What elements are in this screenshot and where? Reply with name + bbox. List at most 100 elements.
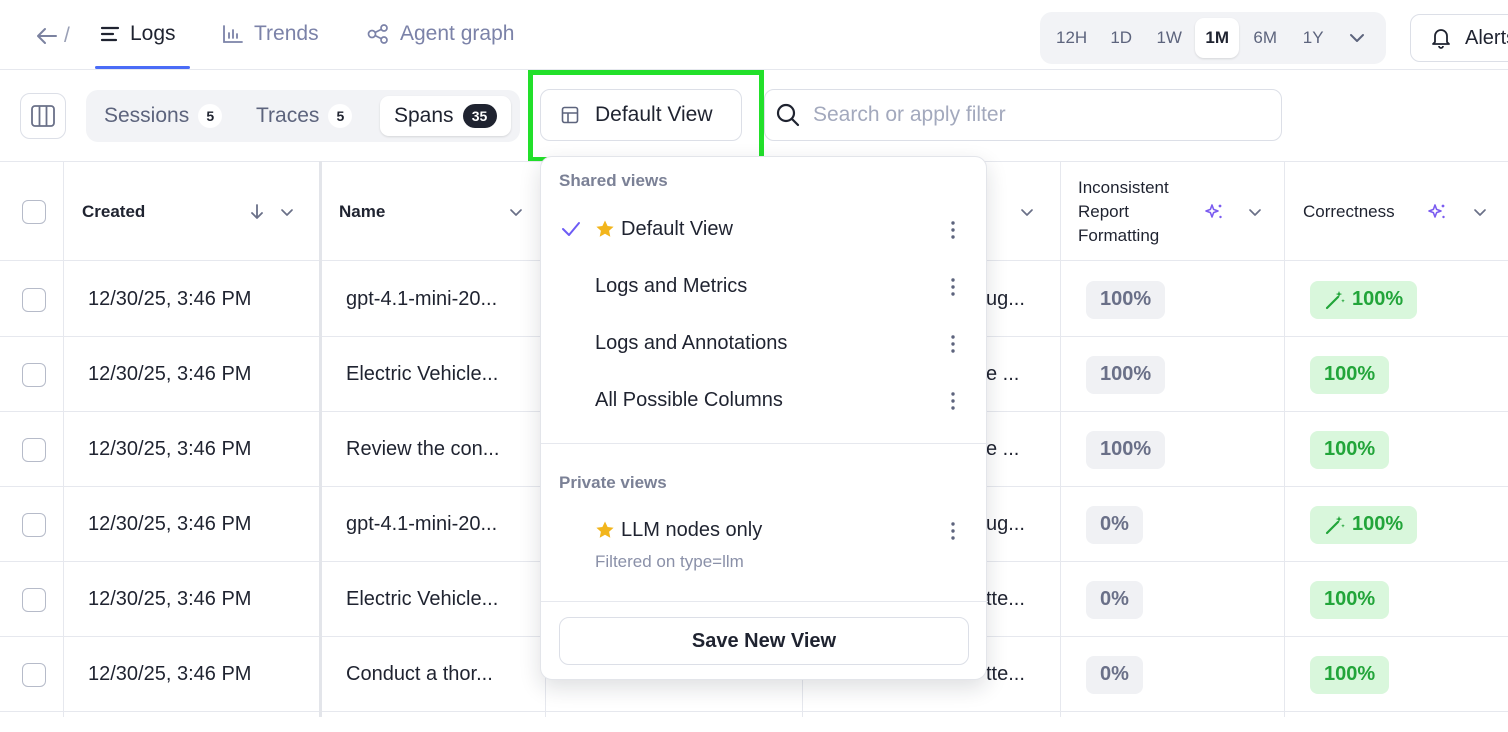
- kebab-menu-icon: [951, 278, 955, 296]
- row-checkbox-cell: [22, 262, 46, 337]
- save-new-view-button[interactable]: Save New View: [559, 617, 969, 665]
- column-toggle-button[interactable]: [20, 93, 66, 139]
- sparkle-icon: [1205, 204, 1222, 219]
- view-options-button[interactable]: [943, 389, 963, 413]
- correctness-score-cell: 100%: [1310, 337, 1390, 412]
- correctness-score-cell: 100%: [1310, 562, 1390, 637]
- view-item-all-possible-columns[interactable]: All Possible Columns: [541, 375, 988, 425]
- bell-icon: [1432, 29, 1450, 49]
- created-cell: 12/30/25, 3:46 PM: [88, 663, 252, 685]
- star-icon: [596, 220, 614, 237]
- view-options-button[interactable]: [943, 519, 963, 543]
- tab-label: Trends: [254, 22, 319, 45]
- view-item-subtitle: Filtered on type=llm: [595, 552, 744, 571]
- dropdown-divider: [541, 601, 988, 602]
- column-header-inconsistent-report-formatting[interactable]: Inconsistent Report Formatting: [1078, 162, 1278, 262]
- tab-trends[interactable]: Trends: [222, 22, 319, 46]
- segment-label: Spans: [394, 104, 454, 127]
- view-item-label: All Possible Columns: [595, 388, 783, 411]
- row-checkbox[interactable]: [22, 437, 46, 462]
- range-1m[interactable]: 1M: [1195, 18, 1240, 58]
- score-badge: 0%: [1086, 655, 1143, 694]
- segment-sessions[interactable]: Sessions 5: [90, 96, 236, 136]
- back-button[interactable]: /: [36, 24, 70, 48]
- kebab-menu-icon: [951, 392, 955, 410]
- active-tab-indicator: [95, 66, 190, 69]
- truncated-cell: ug...: [986, 288, 1025, 310]
- row-checkbox[interactable]: [22, 587, 46, 612]
- correctness-score-cell: 100%: [1310, 637, 1390, 712]
- score-value: 100%: [1324, 663, 1376, 685]
- view-options-button[interactable]: [943, 332, 963, 356]
- alerts-button[interactable]: Alerts: [1410, 14, 1508, 62]
- score-value: 100%: [1324, 363, 1376, 385]
- bar-chart-icon: [223, 25, 243, 43]
- inconsistent-score-cell: 0%: [1086, 487, 1143, 562]
- range-1y[interactable]: 1Y: [1291, 18, 1335, 58]
- chevron-down-icon: [1021, 208, 1033, 216]
- created-cell: 12/30/25, 3:46 PM: [88, 363, 252, 385]
- check-icon: [562, 222, 580, 236]
- name-cell: Electric Vehicle...: [346, 363, 499, 385]
- kebab-menu-icon: [951, 522, 955, 540]
- column-header-correctness[interactable]: Correctness: [1303, 162, 1503, 262]
- kebab-menu-icon: [951, 221, 955, 239]
- score-badge: 100%: [1086, 280, 1166, 319]
- inconsistent-score-cell: 0%: [1086, 562, 1143, 637]
- select-all-checkbox[interactable]: [22, 200, 46, 224]
- truncated-cell: tte...: [986, 588, 1025, 610]
- range-6m[interactable]: 6M: [1243, 18, 1287, 58]
- view-options-button[interactable]: [943, 218, 963, 242]
- view-item-label: Logs and Annotations: [595, 331, 788, 354]
- inconsistent-score-cell: 100%: [1086, 412, 1166, 487]
- count-badge: 35: [462, 104, 497, 128]
- view-item-label: Logs and Metrics: [595, 274, 748, 297]
- score-badge: 100%: [1310, 505, 1418, 544]
- view-options-button[interactable]: [943, 275, 963, 299]
- view-item-label: LLM nodes only: [621, 518, 763, 541]
- segment-spans[interactable]: Spans 35: [380, 96, 511, 136]
- column-resize-handle[interactable]: [319, 161, 322, 717]
- range-1w[interactable]: 1W: [1147, 18, 1191, 58]
- column-divider: [1284, 161, 1285, 717]
- segment-traces[interactable]: Traces 5: [242, 96, 366, 136]
- search-input[interactable]: [813, 103, 1253, 127]
- view-item-llm-nodes-only[interactable]: LLM nodes only: [541, 505, 988, 555]
- row-checkbox[interactable]: [22, 287, 46, 312]
- row-checkbox-cell: [22, 337, 46, 412]
- row-checkbox[interactable]: [22, 512, 46, 537]
- score-badge: 0%: [1086, 580, 1143, 619]
- view-item-default-view[interactable]: Default View: [541, 204, 988, 254]
- views-dropdown: Shared views Default View Logs and Metri…: [540, 156, 988, 680]
- column-header-created[interactable]: Created: [82, 162, 302, 262]
- search-icon: [776, 103, 800, 127]
- view-item-logs-and-metrics[interactable]: Logs and Metrics: [541, 261, 988, 311]
- score-value: 100%: [1352, 288, 1404, 310]
- chevron-down-icon: [510, 208, 522, 216]
- created-cell: 12/30/25, 3:46 PM: [88, 438, 252, 460]
- name-cell: gpt-4.1-mini-20...: [346, 288, 498, 310]
- magic-wand-icon: [1325, 515, 1345, 534]
- truncated-cell: tte...: [986, 663, 1025, 685]
- header-label: Name: [339, 202, 386, 221]
- range-chevron-button[interactable]: [1339, 18, 1375, 58]
- inconsistent-score-cell: 0%: [1086, 637, 1143, 712]
- tab-logs[interactable]: Logs: [100, 22, 176, 46]
- name-cell: gpt-4.1-mini-20...: [346, 513, 498, 535]
- private-views-heading: Private views: [559, 473, 667, 492]
- range-12h[interactable]: 12H: [1048, 18, 1095, 58]
- tab-agent-graph[interactable]: Agent graph: [366, 22, 514, 46]
- column-header-name[interactable]: Name: [339, 162, 529, 262]
- row-checkbox[interactable]: [22, 662, 46, 687]
- column-divider: [63, 161, 64, 717]
- column-header-hidden-chevron[interactable]: [1020, 162, 1040, 262]
- range-1d[interactable]: 1D: [1099, 18, 1143, 58]
- view-item-logs-and-annotations[interactable]: Logs and Annotations: [541, 318, 988, 368]
- time-range-selector: 12H 1D 1W 1M 6M 1Y: [1040, 12, 1386, 64]
- created-cell: 12/30/25, 3:46 PM: [88, 288, 252, 310]
- chevron-down-icon: [1249, 208, 1261, 216]
- row-checkbox[interactable]: [22, 362, 46, 387]
- score-value: 100%: [1324, 438, 1376, 460]
- truncated-cell: ug...: [986, 513, 1025, 535]
- name-cell: Conduct a thor...: [346, 663, 493, 685]
